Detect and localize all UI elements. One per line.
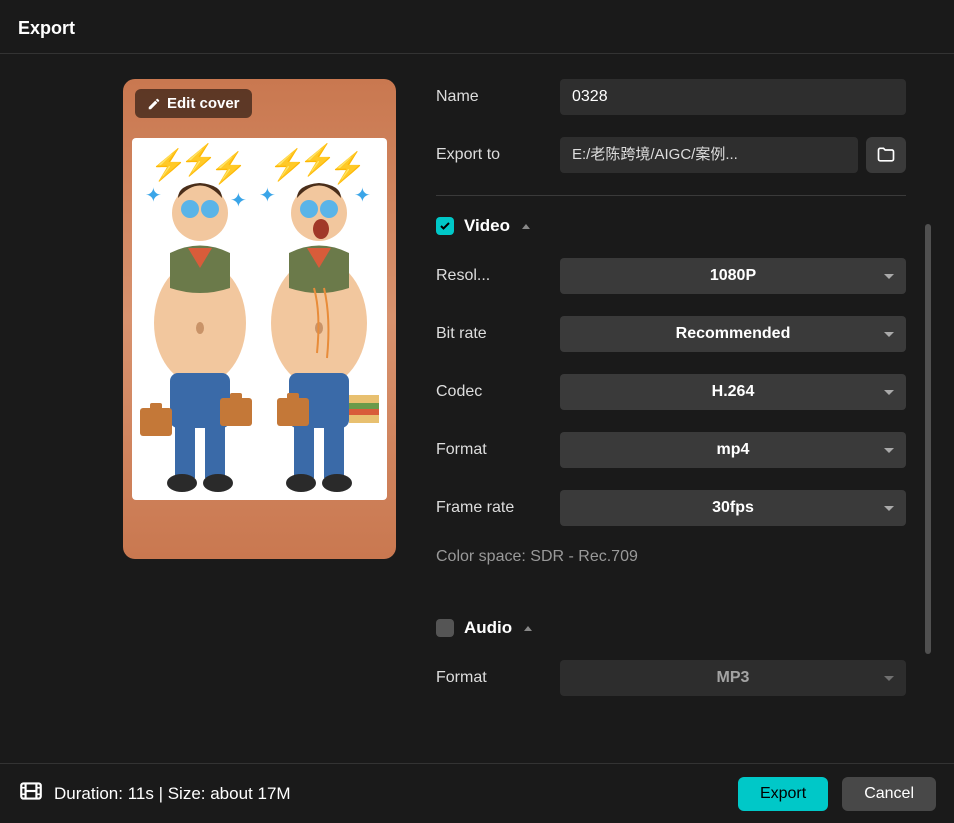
framerate-value: 30fps (712, 499, 754, 517)
cover-preview: Edit cover ⚡ ⚡ ⚡ ✦ ✦ (123, 79, 396, 559)
cover-panel: Edit cover ⚡ ⚡ ⚡ ✦ ✦ (18, 72, 396, 736)
dialog-title: Export (18, 18, 936, 39)
video-checkbox[interactable] (436, 217, 454, 235)
check-icon (439, 220, 451, 232)
dialog-content: Edit cover ⚡ ⚡ ⚡ ✦ ✦ (0, 54, 954, 754)
dialog-footer: Duration: 11s | Size: about 17M Export C… (0, 763, 954, 823)
audio-section-header[interactable]: Audio (436, 618, 906, 638)
format-value: mp4 (717, 441, 750, 459)
colorspace-info: Color space: SDR - Rec.709 (436, 548, 906, 566)
dialog-header: Export (0, 0, 954, 54)
audio-format-select[interactable]: MP3 (560, 660, 906, 696)
caret-up-icon (524, 626, 532, 631)
video-section-header[interactable]: Video (436, 216, 906, 236)
pencil-icon (147, 97, 161, 111)
name-input[interactable] (560, 79, 906, 115)
audio-format-value: MP3 (717, 669, 750, 687)
format-select[interactable]: mp4 (560, 432, 906, 468)
resolution-label: Resol... (436, 267, 560, 285)
edit-cover-button[interactable]: Edit cover (135, 89, 252, 118)
audio-format-label: Format (436, 669, 560, 687)
exportto-label: Export to (436, 146, 560, 164)
folder-icon (876, 145, 896, 165)
chevron-down-icon (884, 448, 894, 453)
export-button[interactable]: Export (738, 777, 828, 811)
cover-image: ⚡ ⚡ ⚡ ✦ ✦ (132, 138, 387, 500)
chevron-down-icon (884, 390, 894, 395)
codec-value: H.264 (712, 383, 755, 401)
name-label: Name (436, 88, 560, 106)
chevron-down-icon (884, 274, 894, 279)
bitrate-value: Recommended (676, 325, 791, 343)
framerate-select[interactable]: 30fps (560, 490, 906, 526)
chevron-down-icon (884, 506, 894, 511)
browse-folder-button[interactable] (866, 137, 906, 173)
bitrate-label: Bit rate (436, 325, 560, 343)
codec-select[interactable]: H.264 (560, 374, 906, 410)
export-path[interactable]: E:/老陈跨境/AIGC/案例... (560, 137, 858, 173)
caret-up-icon (522, 224, 530, 229)
edit-cover-label: Edit cover (167, 95, 240, 112)
duration-size-info: Duration: 11s | Size: about 17M (54, 784, 291, 804)
audio-checkbox[interactable] (436, 619, 454, 637)
audio-section-title: Audio (464, 618, 512, 638)
chevron-down-icon (884, 676, 894, 681)
chevron-down-icon (884, 332, 894, 337)
video-section-title: Video (464, 216, 510, 236)
divider (436, 195, 906, 196)
scrollbar[interactable] (925, 224, 931, 654)
framerate-label: Frame rate (436, 499, 560, 517)
bitrate-select[interactable]: Recommended (560, 316, 906, 352)
resolution-value: 1080P (710, 267, 756, 285)
codec-label: Codec (436, 383, 560, 401)
cancel-button[interactable]: Cancel (842, 777, 936, 811)
settings-panel: Name Export to E:/老陈跨境/AIGC/案例... Video (436, 72, 936, 736)
resolution-select[interactable]: 1080P (560, 258, 906, 294)
format-label: Format (436, 441, 560, 459)
film-icon (18, 778, 44, 809)
